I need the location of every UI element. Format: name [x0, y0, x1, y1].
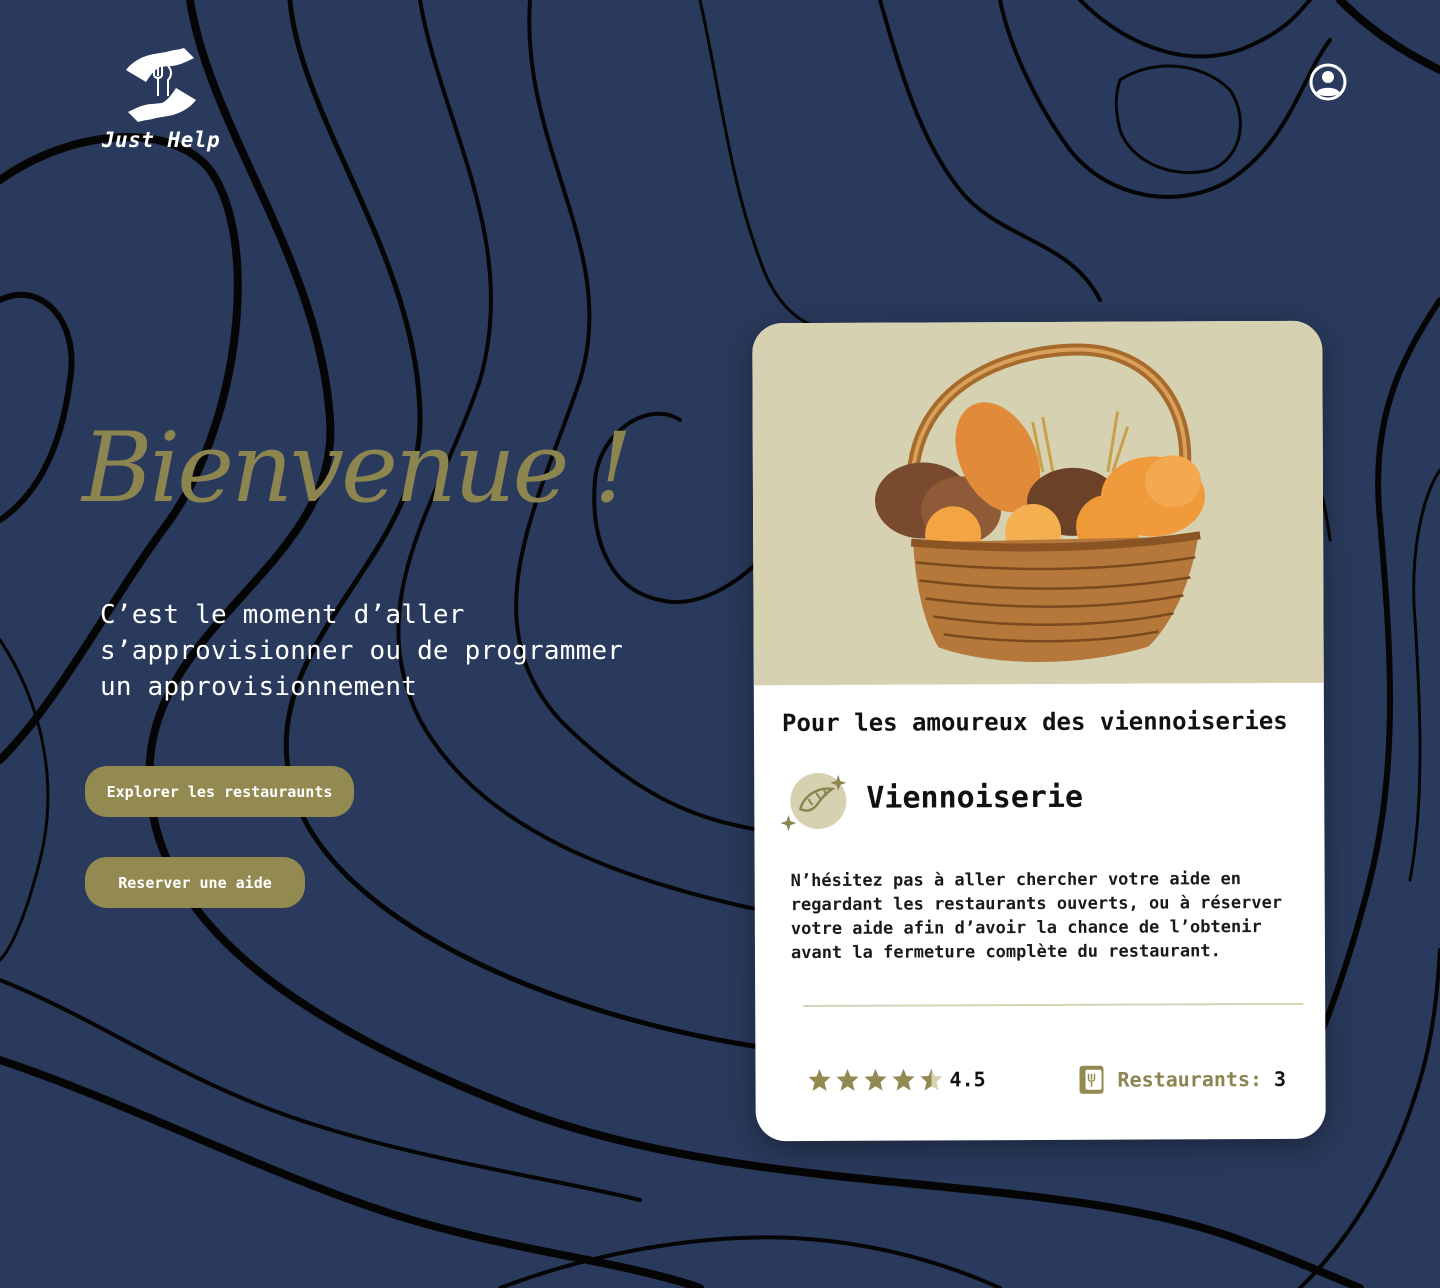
- hero-subtitle: C’est le moment d’aller s’approvisionner…: [100, 600, 624, 702]
- bread-basket-image: [752, 320, 1324, 686]
- hero-title: Bienvenue !: [82, 412, 632, 524]
- rating: 4.5: [807, 1067, 986, 1092]
- reserve-aid-button[interactable]: Reserver une aide: [85, 857, 305, 908]
- category-name: Viennoiserie: [866, 779, 1084, 816]
- star-icon: [836, 1068, 859, 1091]
- explore-restaurants-button[interactable]: Explorer les restaurаunts: [85, 766, 354, 817]
- restaurant-book-icon: [1079, 1065, 1104, 1094]
- rating-value: 4.5: [949, 1067, 986, 1092]
- card-title: Pour les amoureux des viennoiseries: [781, 706, 1288, 738]
- card-description: N’hésitez pas à aller chercher votre aid…: [790, 869, 1283, 964]
- divider: [803, 1002, 1304, 1008]
- restaurants-number: 3: [1273, 1066, 1287, 1091]
- helping-hands-icon: [126, 48, 196, 122]
- brand-name: Just Help: [101, 128, 221, 152]
- category-card[interactable]: Pour les amoureux des viennoiseries Vien…: [752, 320, 1326, 1142]
- brand-logo[interactable]: Just Help: [96, 44, 226, 152]
- restaurants-count: Restaurants: 3: [1077, 1063, 1286, 1096]
- star-icon: [864, 1068, 887, 1091]
- user-circle-icon[interactable]: [1308, 62, 1348, 102]
- restaurants-label: Restaurants:: [1117, 1067, 1263, 1092]
- half-star-icon: [920, 1068, 943, 1091]
- croissant-icon: [780, 772, 847, 832]
- star-icon: [892, 1068, 915, 1091]
- star-icon: [808, 1068, 831, 1091]
